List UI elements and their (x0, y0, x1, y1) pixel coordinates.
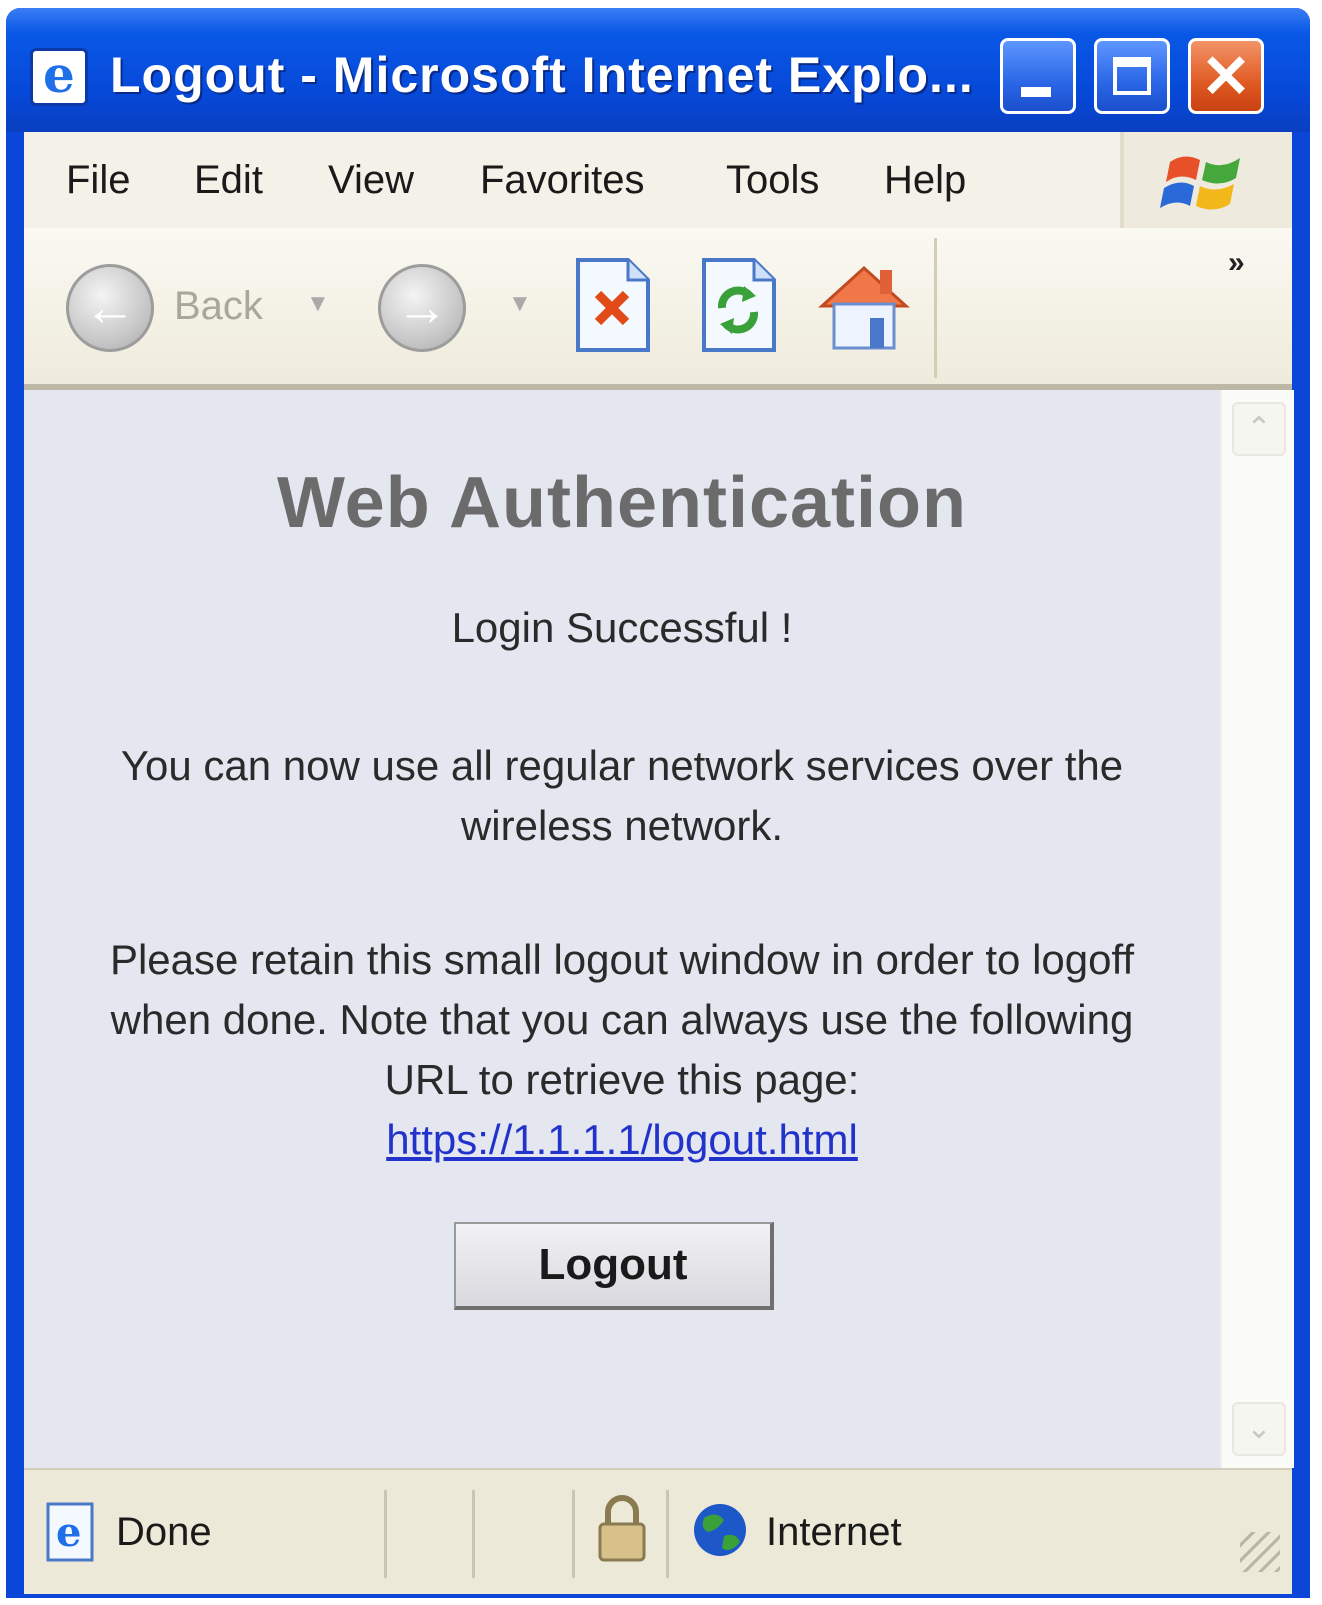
page-status-icon: e (46, 1502, 94, 1562)
back-icon: ← (84, 279, 136, 337)
logout-url-link[interactable]: https://1.1.1.1/logout.html (386, 1116, 858, 1163)
toolbar-separator (934, 238, 937, 378)
home-button[interactable] (814, 256, 914, 354)
svg-text:e: e (56, 1509, 81, 1556)
maximize-icon (1113, 57, 1151, 95)
maximize-button[interactable] (1094, 38, 1170, 114)
menu-favorites[interactable]: Favorites (480, 158, 645, 203)
minimize-icon (1021, 87, 1051, 97)
title-bar[interactable]: Logout - Microsoft Internet Explo... ✕ (6, 8, 1310, 132)
lock-icon (598, 1495, 646, 1562)
security-zone-text: Internet (766, 1510, 902, 1554)
windows-logo-icon (1160, 156, 1240, 210)
status-separator (666, 1490, 669, 1578)
network-message: You can now use all regular network serv… (120, 742, 1124, 849)
back-button[interactable]: ← (66, 264, 154, 352)
close-icon: ✕ (1200, 43, 1252, 110)
status-separator (572, 1490, 575, 1578)
menu-edit[interactable]: Edit (194, 158, 263, 203)
status-text: Done (116, 1510, 212, 1554)
menu-tools[interactable]: Tools (726, 158, 819, 203)
menu-view[interactable]: View (328, 158, 414, 203)
logout-instructions: Please retain this small logout window i… (84, 930, 1160, 1170)
minimize-button[interactable] (1000, 38, 1076, 114)
window-title: Logout - Microsoft Internet Explo... (110, 47, 974, 103)
toolbar-overflow-icon[interactable]: » (1228, 246, 1245, 280)
stop-button[interactable] (572, 256, 652, 354)
vertical-scrollbar[interactable]: ⌃ ⌄ (1220, 390, 1294, 1468)
browser-window: Logout - Microsoft Internet Explo... ✕ F… (6, 8, 1310, 1598)
menu-items-area: File Edit View Favorites Tools Help (24, 132, 1124, 228)
status-separator (384, 1490, 387, 1578)
menu-file[interactable]: File (66, 158, 130, 203)
scroll-up-icon[interactable]: ⌃ (1232, 402, 1286, 456)
forward-icon: → (396, 279, 448, 337)
menu-help[interactable]: Help (884, 158, 966, 203)
resize-grip-icon[interactable] (1240, 1532, 1280, 1572)
status-bar: e Done Internet (24, 1468, 1292, 1594)
refresh-button[interactable] (698, 256, 778, 354)
forward-button[interactable]: → (378, 264, 466, 352)
status-separator (472, 1490, 475, 1578)
internet-zone-icon (694, 1504, 746, 1556)
forward-dropdown-icon[interactable]: ▼ (508, 290, 532, 318)
toolbar: ← Back ▼ → ▼ » (24, 228, 1292, 384)
scroll-down-icon[interactable]: ⌄ (1232, 1402, 1286, 1456)
logout-button[interactable]: Logout (454, 1222, 774, 1310)
menu-bar: File Edit View Favorites Tools Help (24, 132, 1292, 229)
document-body: Web Authentication Login Successful ! Yo… (24, 390, 1220, 1468)
page-content: Web Authentication Login Successful ! Yo… (24, 384, 1294, 1468)
instructions-text: Please retain this small logout window i… (109, 936, 1135, 1103)
close-button[interactable]: ✕ (1188, 38, 1264, 114)
back-dropdown-icon[interactable]: ▼ (306, 290, 330, 318)
login-status-text: Login Successful ! (451, 604, 793, 651)
back-label[interactable]: Back (174, 284, 263, 329)
page-heading: Web Authentication (277, 463, 967, 543)
ie-logo-icon (30, 45, 88, 106)
